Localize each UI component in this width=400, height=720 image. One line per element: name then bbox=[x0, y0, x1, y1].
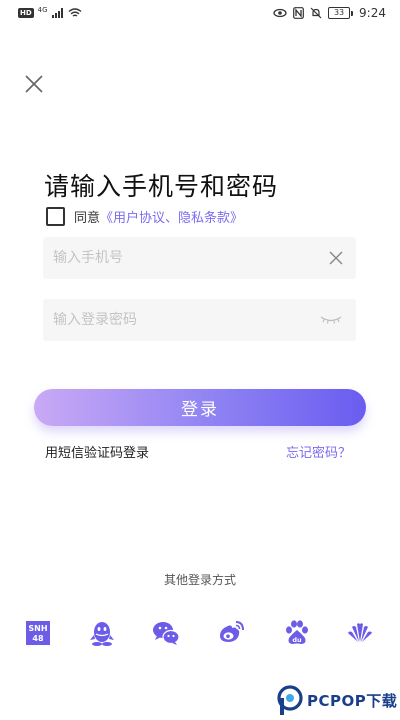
wifi-icon bbox=[68, 8, 82, 17]
svg-text:du: du bbox=[292, 636, 302, 644]
nfc-icon bbox=[293, 7, 304, 19]
baidu-icon[interactable]: du bbox=[283, 619, 311, 647]
status-time: 9:24 bbox=[359, 6, 386, 20]
signal-icon bbox=[51, 8, 63, 18]
weibo-icon[interactable] bbox=[217, 619, 245, 647]
phone-input[interactable] bbox=[53, 237, 313, 279]
status-right: 33 9:24 bbox=[273, 6, 386, 20]
svg-text:SNH: SNH bbox=[28, 624, 47, 633]
status-bar: HD 4G 33 9:24 bbox=[0, 0, 400, 28]
battery-level: 33 bbox=[328, 7, 351, 19]
qq-icon[interactable] bbox=[88, 619, 116, 647]
page-title: 请输入手机号和密码 bbox=[44, 172, 279, 201]
pcpop-logo-icon bbox=[277, 685, 303, 715]
phone-input-box bbox=[43, 237, 356, 279]
pcpop-watermark: PCPOP下载 bbox=[275, 682, 400, 718]
wechat-icon[interactable] bbox=[152, 619, 180, 647]
forgot-password-link[interactable]: 忘记密码？ bbox=[286, 442, 351, 461]
hd-badge: HD bbox=[18, 8, 34, 18]
eye-closed-icon[interactable] bbox=[320, 315, 342, 325]
social-login-row: SNH 48 du bbox=[0, 619, 400, 649]
agreement-checkbox[interactable] bbox=[46, 206, 65, 226]
huawei-icon[interactable] bbox=[346, 619, 374, 647]
status-left: HD 4G bbox=[18, 6, 82, 18]
agreement-link[interactable]: 《用户协议、隐私条款》 bbox=[100, 207, 243, 226]
agreement-prefix: 同意 bbox=[74, 210, 101, 226]
network-label: 4G bbox=[37, 6, 48, 14]
clear-icon[interactable] bbox=[328, 250, 344, 266]
battery-indicator: 33 bbox=[328, 7, 354, 19]
snh48-icon[interactable]: SNH 48 bbox=[24, 619, 52, 647]
svg-text:48: 48 bbox=[32, 634, 44, 643]
mute-bell-icon bbox=[310, 7, 322, 19]
sms-login-link[interactable]: 用短信验证码登录 bbox=[45, 442, 149, 461]
close-icon[interactable] bbox=[22, 72, 46, 96]
pcpop-watermark-text: PCPOP下载 bbox=[307, 692, 398, 710]
eye-comfort-icon bbox=[273, 8, 287, 18]
login-button[interactable]: 登录 bbox=[34, 389, 366, 426]
password-input[interactable] bbox=[53, 299, 313, 341]
battery-tip bbox=[351, 10, 354, 16]
agreement-row: 同意 《用户协议、隐私条款》 bbox=[46, 206, 243, 226]
password-input-box bbox=[43, 299, 356, 341]
other-login-label: 其他登录方式 bbox=[163, 573, 236, 587]
